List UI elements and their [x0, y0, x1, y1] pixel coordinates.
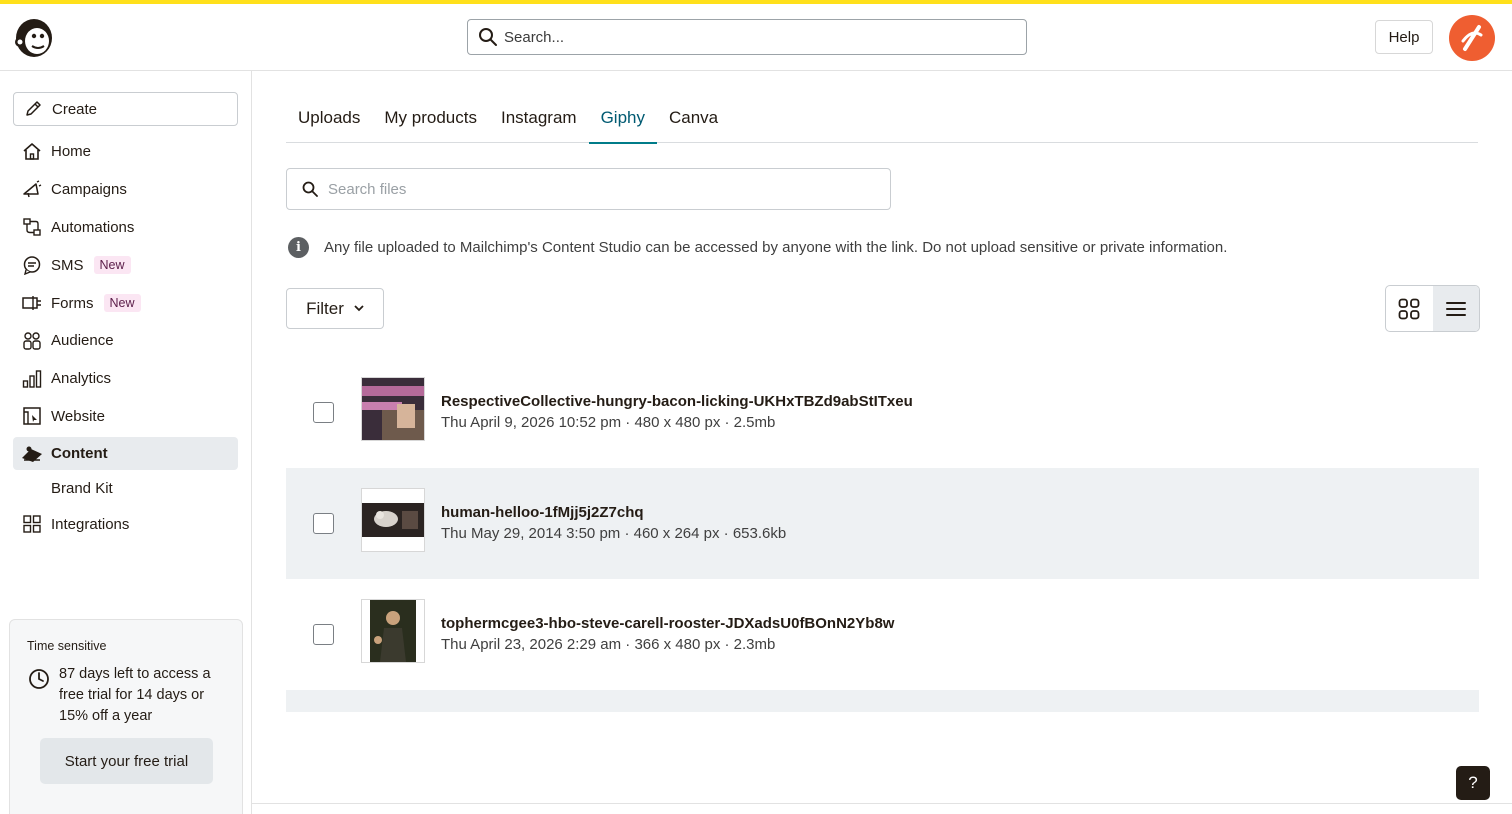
search-icon	[479, 28, 497, 46]
sidebar-item-automations[interactable]: Automations	[13, 209, 238, 247]
table-row[interactable]: RespectiveCollective-hungry-bacon-lickin…	[286, 357, 1479, 468]
megaphone-icon	[21, 179, 43, 201]
privacy-notice: i Any file uploaded to Mailchimp's Conte…	[288, 237, 1227, 258]
sidebar-item-home[interactable]: Home	[13, 133, 238, 171]
trial-message: 87 days left to access a free trial for …	[59, 666, 211, 724]
file-name: human-helloo-1fMjj5j2Z7chq	[441, 504, 644, 521]
file-thumbnail[interactable]	[361, 599, 425, 663]
sidebar-nav: Home Campaigns Automations SMS New Forms…	[13, 133, 238, 543]
file-search-input[interactable]	[328, 180, 868, 198]
chat-icon	[21, 254, 43, 276]
file-name: RespectiveCollective-hungry-bacon-lickin…	[441, 393, 913, 410]
global-search-input[interactable]	[504, 28, 1004, 46]
create-label: Create	[52, 100, 98, 118]
sidebar-item-website[interactable]: Website	[13, 398, 238, 436]
top-header: Help	[0, 4, 1512, 71]
file-meta: Thu April 9, 2026 10:52 pm · 480 x 480 p…	[441, 414, 776, 431]
row-checkbox[interactable]	[313, 402, 334, 423]
sidebar-item-campaigns[interactable]: Campaigns	[13, 171, 238, 209]
file-search[interactable]	[286, 168, 891, 210]
grid-view-icon	[1398, 298, 1420, 319]
clock-icon	[29, 669, 49, 689]
info-icon: i	[288, 237, 309, 258]
row-checkbox[interactable]	[313, 513, 334, 534]
trial-title: Time sensitive	[27, 639, 107, 653]
sidebar-item-content[interactable]: Content	[13, 437, 238, 471]
list-footer-strip	[286, 690, 1479, 712]
content-studio: Uploads My products Instagram Giphy Canv…	[252, 71, 1512, 814]
file-list: RespectiveCollective-hungry-bacon-lickin…	[286, 357, 1479, 712]
search-icon	[302, 181, 318, 197]
table-row[interactable]: human-helloo-1fMjj5j2Z7chq Thu May 29, 2…	[286, 468, 1479, 579]
help-fab-button[interactable]: ?	[1456, 766, 1490, 800]
grid-view-button[interactable]	[1386, 286, 1433, 331]
tab-instagram[interactable]: Instagram	[489, 92, 589, 143]
new-badge: New	[103, 294, 141, 313]
mailchimp-logo[interactable]	[12, 14, 56, 60]
tab-uploads[interactable]: Uploads	[286, 92, 372, 143]
file-meta: Thu April 23, 2026 2:29 am · 366 x 480 p…	[441, 636, 776, 653]
home-icon	[21, 141, 43, 163]
audience-icon	[21, 330, 43, 352]
content-icon	[21, 443, 43, 465]
avatar[interactable]	[1449, 15, 1495, 61]
bar-chart-icon	[21, 368, 43, 390]
pencil-icon	[26, 101, 41, 116]
sidebar-item-sms[interactable]: SMS New	[13, 246, 238, 284]
automation-icon	[21, 216, 43, 238]
filter-button[interactable]: Filter	[286, 288, 384, 329]
create-button[interactable]: Create	[13, 92, 238, 126]
list-view-button[interactable]	[1432, 286, 1479, 331]
bottom-divider	[252, 803, 1512, 804]
file-meta: Thu May 29, 2014 3:50 pm · 460 x 264 px …	[441, 525, 787, 542]
list-view-icon	[1445, 301, 1466, 316]
view-toggle	[1385, 285, 1480, 332]
form-icon	[21, 292, 43, 314]
global-search[interactable]	[467, 19, 1027, 55]
file-thumbnail[interactable]	[361, 488, 425, 552]
tab-canva[interactable]: Canva	[657, 92, 730, 143]
tab-my-products[interactable]: My products	[372, 92, 489, 143]
sidebar-item-integrations[interactable]: Integrations	[13, 505, 238, 543]
sidebar-item-brand-kit[interactable]: Brand Kit	[13, 472, 238, 505]
help-button[interactable]: Help	[1375, 20, 1433, 54]
trial-card: Time sensitive 87 days left to access a …	[9, 619, 243, 814]
new-badge: New	[93, 256, 131, 275]
sidebar: Create Home Campaigns Automations SMS Ne…	[0, 71, 252, 814]
row-checkbox[interactable]	[313, 624, 334, 645]
content-tabs: Uploads My products Instagram Giphy Canv…	[286, 92, 1478, 144]
notice-text: Any file uploaded to Mailchimp's Content…	[324, 239, 1228, 256]
sidebar-item-forms[interactable]: Forms New	[13, 284, 238, 322]
table-row[interactable]: tophermcgee3-hbo-steve-carell-rooster-JD…	[286, 579, 1479, 690]
file-name: tophermcgee3-hbo-steve-carell-rooster-JD…	[441, 615, 895, 632]
file-thumbnail[interactable]	[361, 377, 425, 441]
chevron-down-icon	[354, 305, 364, 312]
sidebar-item-analytics[interactable]: Analytics	[13, 360, 238, 398]
tab-giphy[interactable]: Giphy	[588, 92, 658, 144]
start-free-trial-button[interactable]: Start your free trial	[40, 738, 213, 784]
sidebar-item-audience[interactable]: Audience	[13, 322, 238, 360]
grid-icon	[21, 513, 43, 535]
website-icon	[21, 405, 43, 427]
